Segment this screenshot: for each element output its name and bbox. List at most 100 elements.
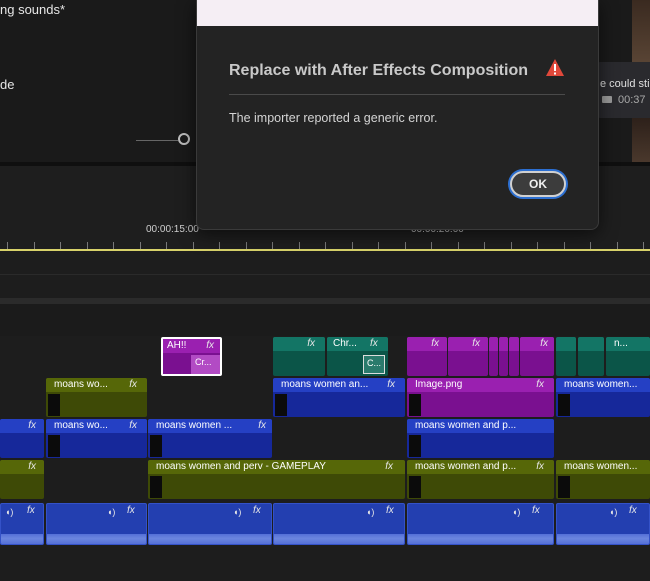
clip[interactable]: fx <box>407 337 447 376</box>
clip[interactable] <box>489 337 498 376</box>
clip-label: moans women and p... <box>407 460 554 474</box>
clip-thumbnail <box>409 476 421 498</box>
audio-clip[interactable]: ◖) fx <box>46 503 147 545</box>
audio-clip[interactable]: ◖) fx <box>148 503 272 545</box>
nested-clip-c[interactable]: C... <box>363 355 385 374</box>
clip[interactable]: fx <box>0 460 44 499</box>
clip-thumbnail <box>409 435 421 457</box>
clip-label: moans women and perv - GAMEPLAY <box>148 460 405 474</box>
ruler-ticks <box>0 236 650 250</box>
warning-triangle-icon <box>546 59 564 76</box>
fx-badge: fx <box>129 379 137 390</box>
clip[interactable]: fx <box>0 419 44 458</box>
fx-badge: fx <box>387 379 395 390</box>
fx-badge: fx <box>370 338 378 349</box>
clip-thumbnail <box>150 476 162 498</box>
speaker-icon: ◖) <box>609 507 618 517</box>
fx-badge: fx <box>532 505 540 516</box>
clip-label: n... <box>606 337 650 351</box>
fx-badge: fx <box>540 338 548 349</box>
clip-moans[interactable]: moans women... <box>556 460 650 499</box>
dialog-divider <box>229 94 565 95</box>
clip-image[interactable]: Image.png fx <box>407 378 554 417</box>
clip-thumbnail <box>558 476 570 498</box>
fx-badge: fx <box>385 461 393 472</box>
clip-moans[interactable]: moans women ... fx <box>148 419 272 458</box>
dialog-top-strip <box>197 0 598 26</box>
fx-badge: fx <box>28 420 36 431</box>
fx-badge: fx <box>386 505 394 516</box>
fx-badge: fx <box>307 338 315 349</box>
clip-moans[interactable]: moans wo... fx <box>46 378 147 417</box>
clip-moans[interactable]: moans women and p... <box>407 419 554 458</box>
clip-label: Chr... <box>327 337 388 351</box>
error-dialog: Replace with After Effects Composition T… <box>196 0 599 230</box>
fx-badge: fx <box>629 505 637 516</box>
clip[interactable] <box>499 337 508 376</box>
audio-waveform <box>1 530 43 544</box>
audio-waveform <box>274 530 404 544</box>
clip-moans[interactable]: moans wo... fx <box>46 419 147 458</box>
clip-moans[interactable]: moans women and p... fx <box>407 460 554 499</box>
audio-clip[interactable]: ◖) fx <box>556 503 650 545</box>
title-text: ng sounds* <box>0 2 66 17</box>
comment-caption: e could still <box>600 78 650 90</box>
fx-badge: fx <box>536 461 544 472</box>
clip-thumbnail <box>150 435 162 457</box>
speaker-icon: ◖) <box>107 507 116 517</box>
clip-ah[interactable]: AH!! fx Cr... <box>161 337 222 376</box>
clip[interactable]: fx <box>520 337 554 376</box>
fx-badge: fx <box>472 338 480 349</box>
clip-thumbnail <box>275 394 287 416</box>
fx-badge: fx <box>431 338 439 349</box>
clip[interactable]: fx <box>448 337 488 376</box>
clip-thumbnail <box>48 394 60 416</box>
audio-waveform <box>47 530 146 544</box>
clip-label: moans women an... <box>273 378 405 392</box>
fx-badge: fx <box>253 505 261 516</box>
label-text: de <box>0 77 15 92</box>
fx-badge: fx <box>258 420 266 431</box>
speaker-icon: ◖) <box>5 507 14 517</box>
track-divider <box>0 274 650 275</box>
clip-label: moans women ... <box>148 419 272 433</box>
clip[interactable] <box>578 337 604 376</box>
clip-n[interactable]: n... <box>606 337 650 376</box>
audio-clip[interactable]: ◖) fx <box>273 503 405 545</box>
fx-badge: fx <box>27 505 35 516</box>
clip[interactable] <box>509 337 519 376</box>
speaker-icon: ◖) <box>512 507 521 517</box>
fx-badge: fx <box>127 505 135 516</box>
clip-label: moans women... <box>556 378 650 392</box>
speaker-icon: ◖) <box>233 507 242 517</box>
clip-moans[interactable]: moans women an... fx <box>273 378 405 417</box>
clip-gameplay[interactable]: moans women and perv - GAMEPLAY fx <box>148 460 405 499</box>
clip-label: moans women and p... <box>407 419 554 433</box>
clip-thumbnail <box>409 394 421 416</box>
clip-moans[interactable]: moans women... <box>556 378 650 417</box>
clip-header <box>273 337 325 351</box>
dialog-title: Replace with After Effects Composition <box>229 62 528 79</box>
speaker-icon: ◖) <box>366 507 375 517</box>
track-row <box>0 304 650 336</box>
fx-badge: fx <box>129 420 137 431</box>
clip-thumbnail <box>48 435 60 457</box>
nested-clip-cr[interactable]: Cr... <box>191 355 220 374</box>
work-area-bar[interactable] <box>0 249 650 251</box>
comment-time: 00:37 <box>618 94 646 106</box>
comment-card[interactable]: e could still 00:37 <box>596 62 650 118</box>
clip[interactable] <box>556 337 576 376</box>
fx-badge: fx <box>28 461 36 472</box>
fx-badge: fx <box>536 379 544 390</box>
audio-clip[interactable]: ◖) fx <box>407 503 554 545</box>
ok-button[interactable]: OK <box>510 171 566 197</box>
clip-chr[interactable]: Chr... fx C... <box>327 337 388 376</box>
slider-track[interactable] <box>136 140 178 141</box>
clip[interactable]: fx <box>273 337 325 376</box>
audio-waveform <box>557 530 649 544</box>
slider-handle[interactable] <box>178 133 190 145</box>
audio-clip[interactable]: ◖) fx <box>0 503 44 545</box>
clip-label: moans women... <box>556 460 650 474</box>
video-camera-icon <box>602 96 612 103</box>
clip-label: Image.png <box>407 378 554 392</box>
